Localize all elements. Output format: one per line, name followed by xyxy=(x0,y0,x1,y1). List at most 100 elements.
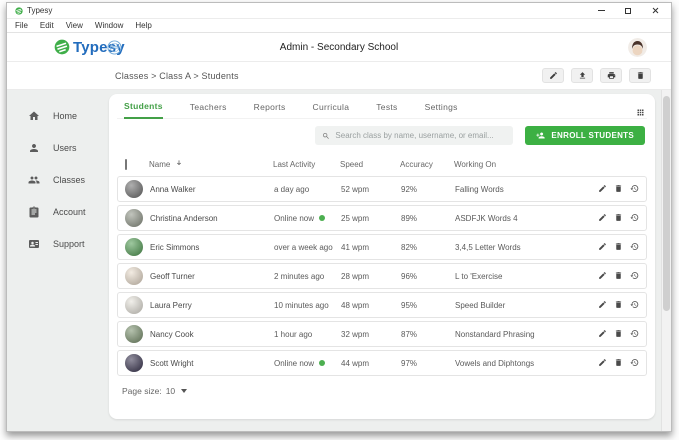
delete-student-button[interactable] xyxy=(614,329,623,340)
history-button[interactable] xyxy=(630,242,639,253)
student-speed: 44 wpm xyxy=(335,359,395,368)
user-icon xyxy=(28,142,40,154)
tab-tests[interactable]: Tests xyxy=(376,102,397,118)
student-row[interactable]: Scott Wright Online now 44 wpm 97% Vowel… xyxy=(117,350,647,376)
edit-icon xyxy=(598,271,607,280)
profile-avatar[interactable] xyxy=(628,38,647,57)
class-toolbar xyxy=(542,68,651,83)
student-avatar xyxy=(125,354,143,372)
history-icon xyxy=(630,300,639,309)
close-icon[interactable] xyxy=(651,7,659,15)
sidebar-item-home[interactable]: Home xyxy=(7,100,109,132)
student-speed: 41 wpm xyxy=(335,243,395,252)
history-button[interactable] xyxy=(630,271,639,282)
tab-settings[interactable]: Settings xyxy=(425,102,458,118)
maximize-icon[interactable] xyxy=(624,7,632,15)
menu-view[interactable]: View xyxy=(66,21,83,30)
grid-view-icon[interactable] xyxy=(636,104,645,122)
sidebar-item-account[interactable]: Account xyxy=(7,196,109,228)
search-input[interactable] xyxy=(335,131,506,140)
student-name: Scott Wright xyxy=(144,359,268,368)
delete-student-button[interactable] xyxy=(614,184,623,195)
breadcrumb[interactable]: Classes > Class A > Students xyxy=(115,71,239,81)
edit-class-button[interactable] xyxy=(542,68,564,83)
menu-help[interactable]: Help xyxy=(135,21,151,30)
delete-student-button[interactable] xyxy=(614,300,623,311)
last-activity-text: 2 minutes ago xyxy=(274,272,324,281)
tab-students[interactable]: Students xyxy=(124,101,163,119)
enroll-students-button[interactable]: ENROLL STUDENTS xyxy=(525,126,645,145)
edit-student-button[interactable] xyxy=(598,329,607,340)
history-button[interactable] xyxy=(630,213,639,224)
print-button[interactable] xyxy=(600,68,622,83)
student-working-on: ASDFJK Words 4 xyxy=(449,214,582,223)
column-last-activity: Last Activity xyxy=(267,160,334,169)
edit-student-button[interactable] xyxy=(598,213,607,224)
student-row[interactable]: Laura Perry 10 minutes ago 48 wpm 95% Sp… xyxy=(117,292,647,318)
row-actions xyxy=(582,271,646,282)
delete-student-button[interactable] xyxy=(614,242,623,253)
select-all-checkbox[interactable] xyxy=(125,159,127,170)
vertical-scrollbar[interactable] xyxy=(661,90,671,431)
student-row[interactable]: Nancy Cook 1 hour ago 32 wpm 87% Nonstan… xyxy=(117,321,647,347)
minimize-icon[interactable] xyxy=(597,7,605,15)
student-avatar xyxy=(125,267,143,285)
history-button[interactable] xyxy=(630,329,639,340)
student-row[interactable]: Eric Simmons over a week ago 41 wpm 82% … xyxy=(117,234,647,260)
students-panel: Students Teachers Reports Curricula Test… xyxy=(109,94,655,419)
scrollbar-thumb[interactable] xyxy=(663,96,670,311)
edit-student-button[interactable] xyxy=(598,358,607,369)
history-button[interactable] xyxy=(630,358,639,369)
sidebar-label: Classes xyxy=(53,175,85,185)
student-speed: 52 wpm xyxy=(335,185,395,194)
menu-edit[interactable]: Edit xyxy=(40,21,54,30)
tab-curricula[interactable]: Curricula xyxy=(313,102,350,118)
upload-button[interactable] xyxy=(571,68,593,83)
edit-student-button[interactable] xyxy=(598,300,607,311)
student-last-activity: 2 minutes ago xyxy=(268,272,335,281)
sidebar: Home Users Classes Account Support xyxy=(7,90,109,431)
tab-reports[interactable]: Reports xyxy=(254,102,286,118)
history-button[interactable] xyxy=(630,184,639,195)
sort-down-icon[interactable] xyxy=(175,159,183,169)
student-last-activity: over a week ago xyxy=(268,243,335,252)
search-icon xyxy=(322,132,330,140)
student-avatar xyxy=(125,238,143,256)
sidebar-label: Home xyxy=(53,111,77,121)
student-working-on: Falling Words xyxy=(449,185,582,194)
support-icon xyxy=(28,238,40,250)
student-row[interactable]: Geoff Turner 2 minutes ago 28 wpm 96% L … xyxy=(117,263,647,289)
column-name[interactable]: Name xyxy=(143,159,267,169)
history-button[interactable] xyxy=(630,300,639,311)
row-actions xyxy=(582,184,646,195)
column-working-on: Working On xyxy=(448,160,583,169)
edit-student-button[interactable] xyxy=(598,242,607,253)
student-rows: Anna Walker a day ago 52 wpm 92% Falling… xyxy=(117,176,647,376)
page-size-control[interactable]: Page size: 10 xyxy=(117,379,647,396)
sidebar-item-users[interactable]: Users xyxy=(7,132,109,164)
student-row[interactable]: Christina Anderson Online now 25 wpm 89%… xyxy=(117,205,647,231)
student-speed: 25 wpm xyxy=(335,214,395,223)
tab-teachers[interactable]: Teachers xyxy=(190,102,227,118)
student-avatar xyxy=(125,209,143,227)
student-accuracy: 92% xyxy=(395,185,449,194)
history-icon xyxy=(630,271,639,280)
delete-student-button[interactable] xyxy=(614,358,623,369)
page-size-label: Page size: xyxy=(122,386,162,396)
sidebar-item-support[interactable]: Support xyxy=(7,228,109,260)
menu-window[interactable]: Window xyxy=(95,21,123,30)
delete-class-button[interactable] xyxy=(629,68,651,83)
sidebar-item-classes[interactable]: Classes xyxy=(7,164,109,196)
edit-student-button[interactable] xyxy=(598,184,607,195)
column-name-label: Name xyxy=(149,160,170,169)
student-row[interactable]: Anna Walker a day ago 52 wpm 92% Falling… xyxy=(117,176,647,202)
delete-icon xyxy=(614,358,623,367)
row-actions xyxy=(582,213,646,224)
menu-file[interactable]: File xyxy=(15,21,28,30)
delete-student-button[interactable] xyxy=(614,213,623,224)
online-dot xyxy=(319,215,325,221)
history-icon xyxy=(630,329,639,338)
last-activity-text: 1 hour ago xyxy=(274,330,312,339)
edit-student-button[interactable] xyxy=(598,271,607,282)
delete-student-button[interactable] xyxy=(614,271,623,282)
